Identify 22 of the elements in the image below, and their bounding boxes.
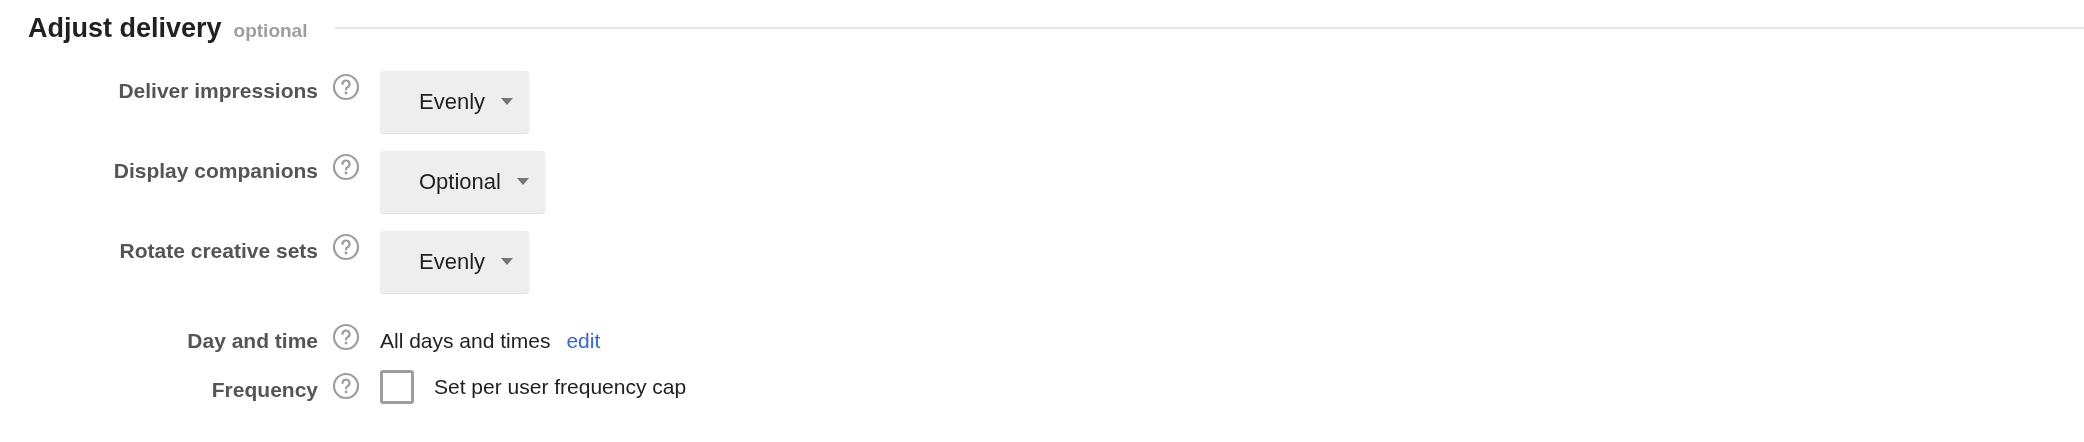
caret-icon [501, 258, 514, 265]
help-icon[interactable] [332, 72, 360, 101]
field-label: Deliver impressions [118, 77, 318, 104]
field-value: All days and times [380, 327, 551, 354]
section-title: Adjust delivery [28, 12, 222, 45]
field-label: Frequency [211, 377, 318, 403]
help-icon[interactable] [332, 232, 360, 261]
checkbox-label: Set per user frequency cap [434, 374, 687, 401]
field-label: Day and time [187, 327, 318, 354]
help-icon[interactable] [332, 152, 360, 181]
optional-tag: optional [233, 17, 308, 46]
edit-link[interactable]: edit [566, 324, 601, 356]
help-icon[interactable] [332, 322, 360, 351]
dropdown-button[interactable]: Evenly [380, 230, 530, 293]
field-label: Display companions [113, 157, 318, 184]
dropdown-button[interactable]: Optional [380, 150, 545, 213]
checkbox[interactable] [380, 370, 414, 404]
caret-icon [501, 98, 514, 105]
help-icon[interactable] [332, 372, 360, 400]
field-label: Rotate creative sets [119, 237, 318, 264]
caret-icon [516, 178, 529, 185]
dropdown-button[interactable]: Evenly [380, 70, 530, 133]
